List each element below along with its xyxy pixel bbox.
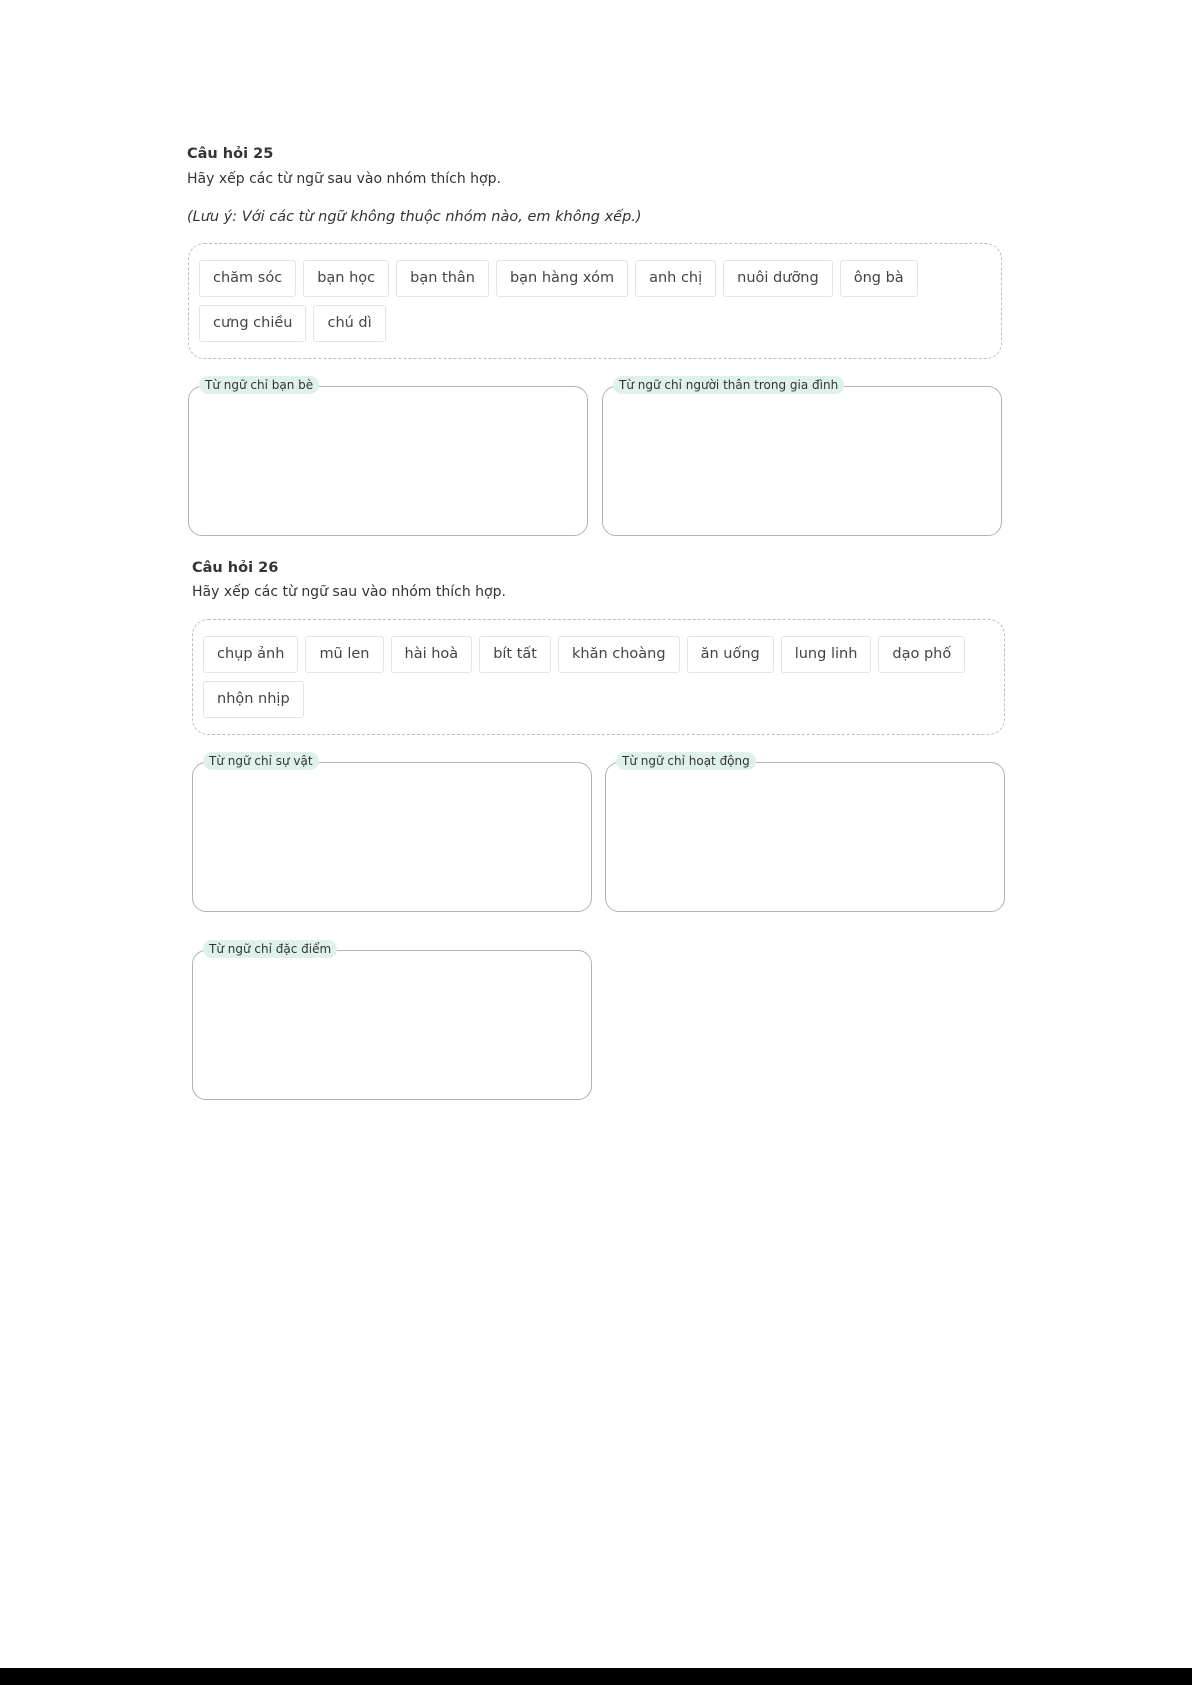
word-chip[interactable]: nuôi dưỡng [723,260,833,297]
question-25-title: Câu hỏi 25 [187,146,274,162]
word-chip[interactable]: chăm sóc [199,260,297,297]
drop-zone-ban-be[interactable]: Từ ngữ chỉ bạn bè [188,376,588,536]
drop-zone-su-vat[interactable]: Từ ngữ chỉ sự vật [192,752,592,912]
word-chip[interactable]: bạn thân [396,260,489,297]
word-chip[interactable]: lung linh [780,636,872,673]
question-26-instruction: Hãy xếp các từ ngữ sau vào nhóm thích hợ… [192,584,506,600]
word-chip[interactable]: ăn uống [686,636,774,673]
group-label: Từ ngữ chỉ người thân trong gia đình [613,376,851,394]
question-25-instruction: Hãy xếp các từ ngữ sau vào nhóm thích hợ… [187,171,501,187]
word-chip[interactable]: ông bà [839,260,918,297]
drop-zone-nguoi-than[interactable]: Từ ngữ chỉ người thân trong gia đình [602,376,1002,536]
word-chip[interactable]: khăn choàng [557,636,680,673]
word-chip[interactable]: chụp ảnh [203,636,299,673]
group-label: Từ ngữ chỉ bạn bè [199,376,326,394]
word-chip[interactable]: cưng chiều [199,305,307,342]
bottom-bar [0,1668,1192,1685]
word-chip[interactable]: dạo phố [878,636,966,673]
word-chip[interactable]: bít tất [479,636,551,673]
question-25-note: (Lưu ý: Với các từ ngữ không thuộc nhóm … [187,209,642,225]
word-chip[interactable]: anh chị [635,260,717,297]
q25-word-bank: chăm sóc bạn học bạn thân bạn hàng xóm a… [188,243,1002,359]
question-26-title: Câu hỏi 26 [192,560,279,576]
word-chip[interactable]: hài hoà [390,636,473,673]
drop-zone-hoat-dong[interactable]: Từ ngữ chỉ hoạt động [605,752,1005,912]
word-chip[interactable]: bạn học [303,260,390,297]
word-chip[interactable]: nhộn nhịp [203,681,304,718]
word-chip[interactable]: mũ len [305,636,384,673]
group-label: Từ ngữ chỉ hoạt động [616,752,762,770]
q26-word-bank: chụp ảnh mũ len hài hoà bít tất khăn cho… [192,619,1005,735]
word-chip[interactable]: bạn hàng xóm [495,260,629,297]
word-chip[interactable]: chú dì [313,305,386,342]
drop-zone-dac-diem[interactable]: Từ ngữ chỉ đặc điểm [192,940,592,1100]
group-label: Từ ngữ chỉ sự vật [203,752,325,770]
group-label: Từ ngữ chỉ đặc điểm [203,940,344,958]
